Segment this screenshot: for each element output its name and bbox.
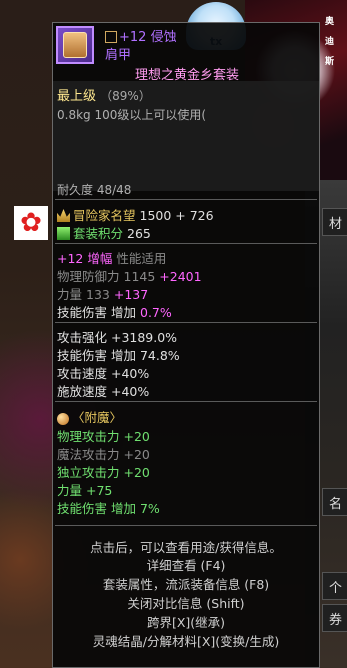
item-tooltip: +12 侵蚀 肩甲 理想之黄金乡套装 最上级 （89%） 0.8kg 100级以… [52, 22, 320, 668]
art-text: 奥 [325, 17, 335, 27]
phys-def-base: 1145 [123, 269, 156, 284]
armor-icon [56, 26, 94, 64]
soul-crystal: 灵魂结晶/分解材料[X](变换/生成) [92, 634, 280, 649]
durability: 耐久度 48/48 [57, 183, 132, 197]
adventurer-label: 冒险家名望 [73, 208, 136, 223]
item-name-part2: 肩甲 [105, 48, 132, 63]
amplify-label: +12 增幅 [57, 251, 113, 266]
hint-click: 点击后，可以查看用途/获得信息。 [90, 540, 282, 555]
phys-def-label: 物理防御力 [57, 269, 120, 284]
phys-def-row: 物理防御力 1145 +2401 [57, 266, 202, 285]
str-row: 力量 133 +137 [57, 284, 148, 303]
tab-coupon[interactable]: 券 [322, 604, 347, 632]
adventurer-value: 1500 + 726 [139, 208, 214, 223]
weight-line: 0.8kg 100级以上可以使用( [57, 106, 206, 123]
enchant-header-label: 〈附魔〉 [72, 410, 123, 425]
hint-detail[interactable]: 详细查看 (F4) [53, 555, 319, 574]
attack-speed: 攻击速度 +40% [57, 366, 150, 381]
divider [55, 243, 317, 244]
art-text: 迪 [325, 37, 335, 47]
box-icon [105, 30, 117, 43]
set-points-value: 265 [127, 226, 151, 241]
crown-icon [57, 209, 70, 222]
amp-skill-dmg-label: 技能伤害 [57, 305, 108, 320]
cross-realm: 跨界[X](继承) [146, 615, 226, 630]
flower-icon[interactable]: ✿ [14, 206, 48, 240]
grade-percent: （89%） [100, 89, 151, 103]
enchant-header: 〈附魔〉 [57, 407, 122, 426]
set-points: 套装积分 265 [57, 223, 151, 242]
tab-name[interactable]: 名 [322, 488, 347, 516]
atk-enhance: 攻击强化 +3189.0% [57, 330, 178, 345]
divider [55, 322, 317, 323]
amplify-header: +12 增幅 性能适用 [57, 248, 166, 267]
item-title: +12 侵蚀 [105, 26, 177, 45]
amp-skill-dmg-prefix: 增加 [111, 305, 137, 320]
hint-compare[interactable]: 关闭对比信息 (Shift) [53, 593, 319, 612]
str-bonus: +137 [113, 287, 149, 302]
weight: 0.8kg [57, 108, 91, 122]
adventurer-score: 冒险家名望 1500 + 726 [57, 205, 214, 224]
hint-set-info[interactable]: 套装属性，流派装备信息 (F8) [53, 574, 319, 593]
skill-damage: 技能伤害 增加 74.8% [57, 348, 180, 363]
item-grade: 最上级 （89%） [57, 85, 151, 104]
str-label: 力量 [57, 287, 83, 302]
enchant-mag-atk: 魔法攻击力 +20 [57, 447, 150, 462]
amplify-type: 性能适用 [116, 251, 167, 266]
enchant-orb-icon [57, 412, 69, 425]
str-base: 133 [86, 287, 110, 302]
item-name-part1: 侵蚀 [150, 30, 177, 45]
amp-skill-dmg-row: 技能伤害 增加 0.7% [57, 302, 172, 321]
upgrade-level: +12 [119, 30, 147, 45]
enchant-skill-dmg: 技能伤害 增加 7% [57, 501, 160, 516]
tab-material[interactable]: 材 [322, 208, 347, 236]
grade-label: 最上级 [57, 89, 97, 104]
amp-skill-dmg-value: 0.7% [140, 305, 172, 320]
set-points-icon [57, 227, 70, 240]
divider [55, 525, 317, 526]
level-requirement: 100级以上可以使用( [94, 108, 207, 122]
set-points-label: 套装积分 [73, 226, 124, 241]
divider [55, 401, 317, 402]
art-text: 斯 [325, 57, 335, 67]
enchant-ind-atk: 独立攻击力 +20 [57, 465, 150, 480]
enchant-phys-atk: 物理攻击力 +20 [57, 429, 150, 444]
cast-speed: 施放速度 +40% [57, 384, 150, 399]
tab-item[interactable]: 个 [322, 572, 347, 600]
enchant-str: 力量 +75 [57, 483, 113, 498]
divider [55, 199, 317, 200]
phys-def-bonus: +2401 [159, 269, 202, 284]
